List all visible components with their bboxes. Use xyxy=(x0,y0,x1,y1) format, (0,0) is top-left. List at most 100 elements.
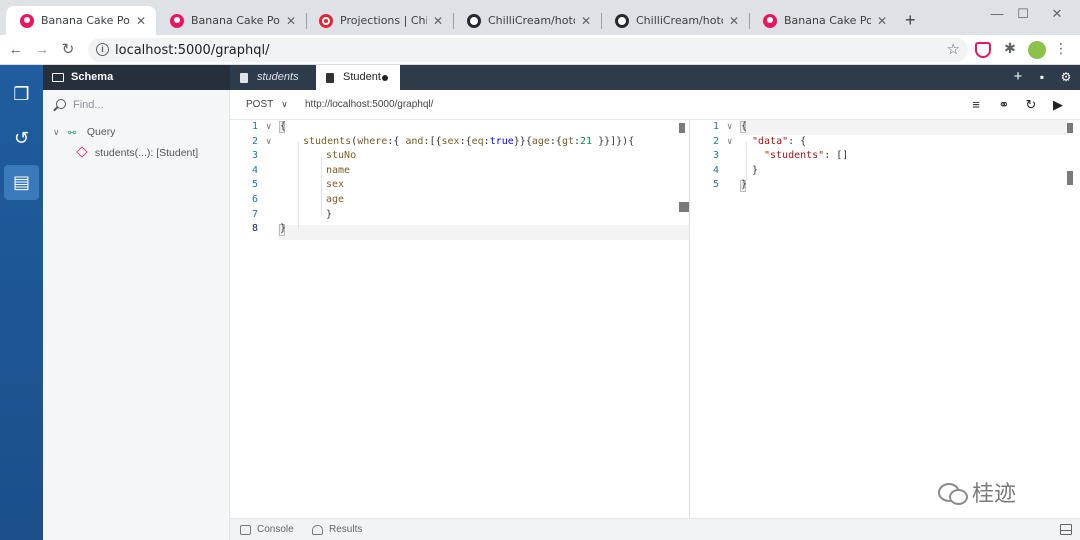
close-icon[interactable]: ✕ xyxy=(431,14,445,28)
schema-search-input[interactable]: Find... xyxy=(51,95,221,115)
code-line-1: { xyxy=(280,121,287,132)
back-button[interactable]: ← xyxy=(6,40,26,60)
indent-guide xyxy=(321,157,322,215)
window-close-button[interactable]: ✕ xyxy=(1034,4,1080,24)
result-scrollbar[interactable] xyxy=(1067,123,1073,133)
indent-guide xyxy=(746,142,747,180)
bookmark-star-icon[interactable]: ☆ xyxy=(947,40,960,58)
close-icon[interactable]: ✕ xyxy=(727,14,741,28)
query-graph-icon: ⚯ xyxy=(67,128,77,139)
result-line-4: } xyxy=(752,164,759,176)
documents-icon[interactable]: ❐ xyxy=(4,77,39,112)
url-text[interactable]: localhost:5000/graphql/ xyxy=(115,43,270,58)
toggle-panel-icon[interactable] xyxy=(1060,524,1072,535)
browser-tab-3[interactable]: Projections | ChilliCr ✕ xyxy=(305,6,453,35)
run-query-button[interactable]: ▶ xyxy=(1050,97,1066,113)
watermark: 桂迹 xyxy=(938,476,1016,508)
document-icon xyxy=(326,73,334,83)
method-label: POST xyxy=(246,99,274,110)
chevron-down-icon[interactable]: ∨ xyxy=(53,125,65,139)
close-icon[interactable]: ✕ xyxy=(579,14,593,28)
banana-cake-pop-icon xyxy=(170,13,184,28)
close-icon[interactable]: ✕ xyxy=(284,14,298,28)
variables-icon[interactable]: ≡ xyxy=(968,97,984,113)
browser-menu-icon[interactable]: ⋮ xyxy=(1054,40,1068,56)
address-bar[interactable]: i localhost:5000/graphql/ ☆ xyxy=(88,38,968,62)
editor-scrollbar[interactable] xyxy=(679,123,685,133)
code-line-5: sex xyxy=(326,179,345,191)
console-label: Console xyxy=(257,524,294,535)
save-icon[interactable]: ▪ xyxy=(1034,69,1050,85)
tree-item-students-field[interactable]: students(...): [Student] xyxy=(76,146,199,160)
banana-cake-pop-app: ❐ ↺ ▤ Schema students Student + ▪ ⚙ Find… xyxy=(0,65,1080,540)
tree-label: students(...): [Student] xyxy=(94,147,199,159)
new-tab-button[interactable]: + xyxy=(905,11,916,29)
object-type-icon xyxy=(76,146,88,158)
unsaved-dot-icon[interactable] xyxy=(382,75,388,81)
code-line-7: } xyxy=(326,208,333,220)
search-icon xyxy=(56,99,66,109)
results-tab[interactable]: Results xyxy=(312,524,362,535)
schema-book-icon[interactable]: ▤ xyxy=(4,165,39,200)
link-icon[interactable]: ⚭ xyxy=(996,97,1012,113)
endpoint-url[interactable]: http://localhost:5000/graphql/ xyxy=(305,99,433,110)
browser-toolbar: ← → ↻ i localhost:5000/graphql/ ☆ ✱ ⋮ xyxy=(0,35,1080,65)
tree-item-query[interactable]: ∨ ⚯ Query xyxy=(53,125,115,139)
forward-button[interactable]: → xyxy=(32,40,52,60)
result-viewer[interactable]: 1 ∨ 2 ∨ 3 4 5 { "data": { "students": [] }… xyxy=(691,120,1080,518)
close-icon[interactable]: ✕ xyxy=(875,14,889,28)
browser-tab-4[interactable]: ChilliCream/hotchoc ✕ xyxy=(453,6,601,35)
current-line-highlight xyxy=(278,225,689,240)
indent-guide xyxy=(298,142,299,230)
tab-title: Banana Cake Pop > xyxy=(784,14,871,27)
tab-title: Banana Cake Pop > xyxy=(191,14,280,27)
tab-students[interactable]: students xyxy=(230,65,316,90)
info-icon[interactable]: i xyxy=(96,43,109,56)
schema-title: Schema xyxy=(71,71,114,83)
console-icon xyxy=(240,525,251,535)
ublock-shield-icon[interactable] xyxy=(975,42,991,58)
console-tab[interactable]: Console xyxy=(240,524,294,535)
editor-overview-marker xyxy=(679,202,689,212)
browser-tab-5[interactable]: ChilliCream/hotchoc ✕ xyxy=(601,6,749,35)
banana-cake-pop-icon xyxy=(763,13,777,28)
tab-title: Projections | ChilliCr xyxy=(340,14,427,27)
tab-title: Banana Cake Pop > xyxy=(41,14,130,27)
code-line-8: } xyxy=(280,223,287,235)
profile-avatar[interactable] xyxy=(1028,41,1046,59)
extensions-puzzle-icon[interactable]: ✱ xyxy=(1002,40,1018,56)
results-label: Results xyxy=(329,524,363,535)
tab-label: Student xyxy=(343,71,381,83)
book-icon xyxy=(52,73,64,82)
tree-label: Query xyxy=(86,126,116,138)
browser-tab-2[interactable]: Banana Cake Pop > ✕ xyxy=(156,6,306,35)
wechat-logo-icon xyxy=(938,481,968,505)
tab-title: ChilliCream/hotchoc xyxy=(636,14,723,27)
browser-tab-6[interactable]: Banana Cake Pop > ✕ xyxy=(749,6,897,35)
github-icon xyxy=(467,13,481,28)
add-document-button[interactable]: + xyxy=(1010,69,1026,85)
tab-student[interactable]: Student xyxy=(316,65,400,90)
code-line-6: age xyxy=(326,194,345,205)
chevron-down-icon: ∨ xyxy=(281,99,288,109)
refresh-schema-icon[interactable]: ↻ xyxy=(1023,97,1039,113)
result-line-1: { xyxy=(741,121,748,132)
query-editor[interactable]: 1 ∨ 2 ∨ 3 4 5 6 7 8 { students(where:{ and… xyxy=(230,120,690,518)
schema-sidebar: Find... ∨ ⚯ Query students(...): [Studen… xyxy=(43,90,230,540)
left-rail: ❐ ↺ ▤ xyxy=(0,65,43,540)
result-overview-marker xyxy=(1067,171,1073,185)
code-line-2: students(where:{ and:[{sex:{eq:true}}{ag… xyxy=(303,135,635,147)
settings-gear-icon[interactable]: ⚙ xyxy=(1058,69,1074,85)
browser-tab-1[interactable]: Banana Cake Pop > ✕ xyxy=(6,6,156,35)
current-line-highlight xyxy=(739,120,1069,135)
result-line-2: "data": { xyxy=(752,135,807,147)
watermark-text: 桂迹 xyxy=(972,482,1017,507)
bottom-panel-bar: Console Results xyxy=(230,518,1080,540)
code-line-4: name xyxy=(326,164,351,176)
reload-button[interactable]: ↻ xyxy=(58,40,78,60)
close-icon[interactable]: ✕ xyxy=(134,14,148,28)
result-line-3: "students": [] xyxy=(764,150,849,162)
history-icon[interactable]: ↺ xyxy=(4,121,39,156)
schema-header: Schema xyxy=(43,65,230,90)
http-method-select[interactable]: POST ∨ xyxy=(246,99,288,110)
